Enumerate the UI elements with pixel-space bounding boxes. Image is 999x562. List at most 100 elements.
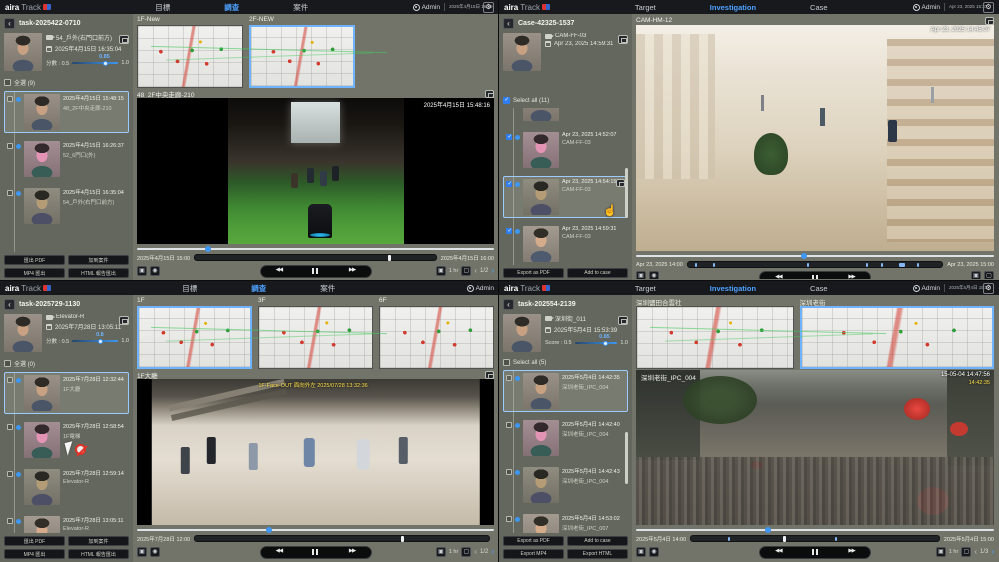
- previous-button[interactable]: ◀◀: [276, 549, 282, 555]
- floorplan-canvas[interactable]: [137, 25, 243, 88]
- video-progress-bar[interactable]: [636, 253, 994, 259]
- floorplan-thumb[interactable]: 2F-NEW: [249, 16, 355, 88]
- export-button[interactable]: 匯出 PDF: [4, 536, 65, 546]
- score-track[interactable]: 0.85: [575, 342, 618, 344]
- timeline-track[interactable]: [194, 535, 490, 542]
- detection-checkbox[interactable]: [506, 516, 512, 522]
- detection-item[interactable]: 2025年4月15日 15:48:1548_2F中央走廊-210: [4, 91, 129, 133]
- timeline-marker[interactable]: [783, 536, 786, 542]
- clock-button[interactable]: ▣: [971, 271, 981, 279]
- export-button[interactable]: 匯出 PDF: [4, 255, 65, 265]
- nav-tab[interactable]: Case: [810, 3, 828, 12]
- settings-gear-button[interactable]: ⚙: [983, 283, 994, 294]
- detection-item[interactable]: Apr 23, 2025 14:52:07CAM-FF-03: [503, 129, 628, 171]
- score-track[interactable]: 0.8: [72, 340, 118, 342]
- detection-checkbox[interactable]: [506, 422, 512, 428]
- next-page-arrow[interactable]: ›: [491, 267, 494, 275]
- timeline-marker[interactable]: [713, 263, 715, 267]
- previous-button[interactable]: ◀◀: [775, 275, 781, 279]
- floorplan-canvas[interactable]: [379, 306, 494, 369]
- previous-button[interactable]: ◀◀: [775, 549, 781, 555]
- detection-checkbox[interactable]: [7, 143, 13, 149]
- nav-tab[interactable]: Case: [810, 284, 828, 293]
- snapshot-button[interactable]: ▣: [137, 266, 147, 276]
- nav-tab[interactable]: 案件: [320, 283, 335, 294]
- layout-button[interactable]: ▢: [461, 547, 471, 557]
- timeline-marker[interactable]: [388, 255, 391, 261]
- detection-checkbox[interactable]: [7, 518, 13, 524]
- export-button[interactable]: Export MP4: [503, 549, 564, 559]
- pause-button[interactable]: [812, 275, 818, 280]
- export-button[interactable]: HTML 報告匯出: [68, 268, 129, 278]
- pause-button[interactable]: [312, 268, 318, 274]
- detection-item[interactable]: 2025年7月28日 12:32:441F大廳: [4, 372, 129, 414]
- timeline-marker[interactable]: [835, 537, 837, 541]
- person-filter-button[interactable]: ◉: [150, 547, 160, 557]
- interval-label[interactable]: 1 hr: [449, 268, 458, 274]
- export-button[interactable]: 加到案件: [68, 255, 129, 265]
- popout-icon[interactable]: [119, 35, 129, 44]
- snapshot-button[interactable]: ▣: [636, 547, 646, 557]
- back-button[interactable]: ‹: [503, 18, 514, 29]
- clock-button[interactable]: ▣: [936, 547, 946, 557]
- detection-item[interactable]: CAM-FF-03: [503, 108, 628, 124]
- timeline-track[interactable]: [687, 261, 943, 268]
- score-handle[interactable]: [98, 339, 103, 344]
- floorplan-canvas[interactable]: [137, 306, 252, 369]
- popout-icon[interactable]: [119, 316, 129, 325]
- export-button[interactable]: Export HTML: [567, 549, 628, 559]
- detection-checkbox[interactable]: [7, 96, 13, 102]
- floorplan-canvas[interactable]: [636, 306, 794, 369]
- next-button[interactable]: ▶▶: [349, 268, 355, 274]
- back-button[interactable]: ‹: [4, 18, 15, 29]
- popout-icon[interactable]: [618, 316, 628, 325]
- export-button[interactable]: Add to case: [567, 268, 628, 278]
- interval-label[interactable]: 1 hr: [449, 549, 458, 555]
- timeline-marker[interactable]: [881, 263, 883, 267]
- previous-button[interactable]: ◀◀: [276, 268, 282, 274]
- clock-button[interactable]: ▣: [436, 266, 446, 276]
- fullscreen-icon[interactable]: [485, 90, 494, 98]
- timeline-marker[interactable]: [807, 263, 809, 267]
- fullscreen-icon[interactable]: [485, 371, 494, 379]
- admin-menu[interactable]: Admin: [913, 285, 940, 292]
- snapshot-button[interactable]: ▣: [636, 271, 646, 279]
- admin-menu[interactable]: Admin: [413, 4, 440, 11]
- video-progress-bar[interactable]: [137, 527, 494, 533]
- detection-checkbox[interactable]: [7, 471, 13, 477]
- video-progress-bar[interactable]: [137, 246, 494, 252]
- detection-checkbox[interactable]: [506, 134, 512, 140]
- next-button[interactable]: ▶▶: [848, 549, 854, 555]
- detection-item[interactable]: 2025年4月15日 16:35:0454_戶外(右門口前方): [4, 185, 129, 227]
- nav-tab[interactable]: 調查: [251, 283, 266, 294]
- detection-item[interactable]: 2025年7月28日 13:05:11Elevator-R: [4, 513, 129, 533]
- detection-checkbox[interactable]: [7, 377, 13, 383]
- nav-tab[interactable]: 目標: [182, 283, 197, 294]
- floorplan-thumb[interactable]: 深圳老街: [800, 297, 994, 369]
- person-filter-button[interactable]: ◉: [150, 266, 160, 276]
- export-button[interactable]: 加到案件: [68, 536, 129, 546]
- timeline-marker[interactable]: [866, 263, 868, 267]
- detection-item[interactable]: Apr 23, 2025 14:59:31CAM-FF-03: [503, 223, 628, 265]
- detection-item[interactable]: 2025年4月15日 16:26:3752_6門口(外): [4, 138, 129, 180]
- select-all-checkbox[interactable]: [4, 360, 11, 367]
- detection-item[interactable]: 2025年5月4日 14:42:43深圳老街_IPC_004: [503, 464, 628, 506]
- detection-checkbox[interactable]: [7, 424, 13, 430]
- nav-tab[interactable]: Investigation: [710, 3, 756, 12]
- score-handle[interactable]: [103, 61, 108, 66]
- snapshot-button[interactable]: ▣: [137, 547, 147, 557]
- detection-item[interactable]: 2025年5月4日 14:42:40深圳老街_IPC_004: [503, 417, 628, 459]
- fullscreen-icon[interactable]: [985, 17, 994, 25]
- floorplan-thumb[interactable]: 1F-New: [137, 16, 243, 88]
- video-progress-bar[interactable]: [636, 527, 994, 533]
- floorplan-thumb[interactable]: 6F: [379, 297, 494, 369]
- next-button[interactable]: ▶▶: [848, 275, 854, 279]
- score-slider[interactable]: Score : 0.50.851.0: [545, 340, 628, 346]
- detection-checkbox[interactable]: [506, 228, 512, 234]
- detection-item[interactable]: 2025年5月4日 14:42:35深圳老街_IPC_004: [503, 370, 628, 412]
- detection-checkbox[interactable]: [7, 190, 13, 196]
- score-slider[interactable]: 分數 : 0.50.851.0: [46, 59, 129, 67]
- export-button[interactable]: Export as PDF: [503, 268, 564, 278]
- nav-tab[interactable]: Target: [635, 3, 656, 12]
- detection-item[interactable]: 2025年7月28日 12:59:14Elevator-R: [4, 466, 129, 508]
